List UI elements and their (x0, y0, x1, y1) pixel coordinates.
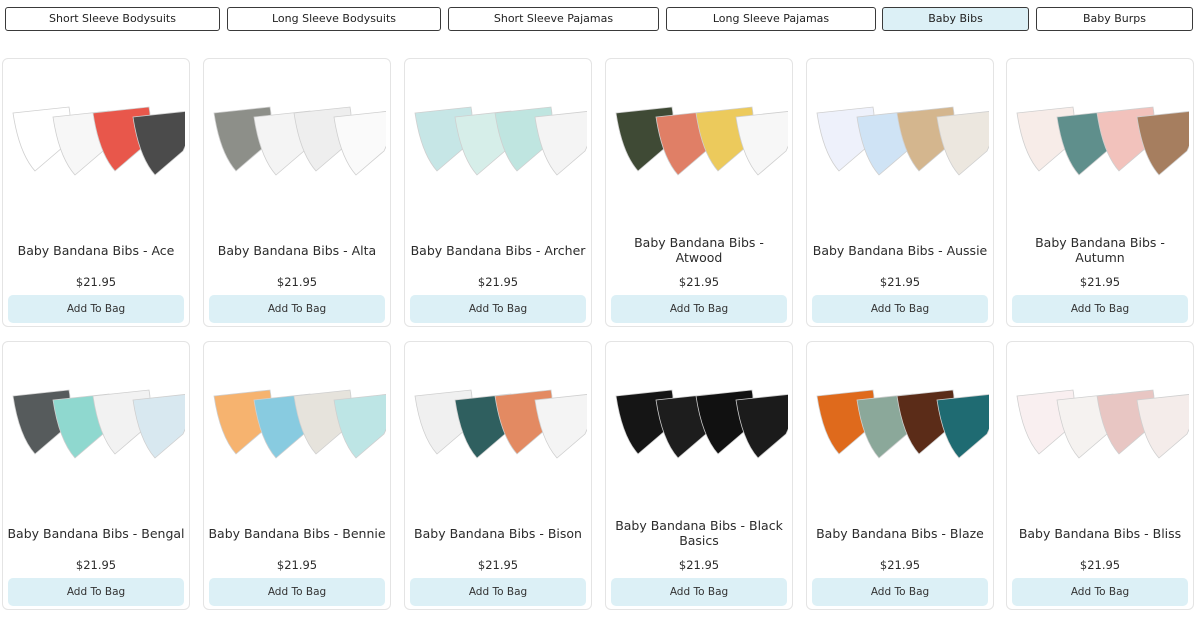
product-price: $21.95 (477, 558, 519, 572)
add-to-bag-button[interactable]: Add To Bag (410, 578, 586, 606)
product-image[interactable] (1013, 93, 1189, 213)
product-price: $21.95 (1079, 558, 1121, 572)
product-card[interactable]: Baby Bandana Bibs - Black Basics $21.95 Ad… (605, 341, 793, 610)
product-image[interactable] (813, 376, 989, 496)
bib-swatch (333, 394, 386, 459)
product-name[interactable]: Baby Bandana Bibs - Ace (7, 233, 185, 267)
add-to-bag-button[interactable]: Add To Bag (1012, 295, 1188, 323)
product-card[interactable]: Baby Bandana Bibs - Bison $21.95 Add To Ba… (404, 341, 592, 610)
product-name[interactable]: Baby Bandana Bibs - Autumn (1011, 233, 1189, 267)
bib-swatch (132, 111, 185, 176)
product-name[interactable]: Baby Bandana Bibs - Bengal (7, 516, 185, 550)
product-card[interactable]: Baby Bandana Bibs - Bliss $21.95 Add To Ba… (1006, 341, 1194, 610)
product-image[interactable] (411, 376, 587, 496)
add-to-bag-button[interactable]: Add To Bag (209, 578, 385, 606)
product-image[interactable] (1013, 376, 1189, 496)
tab-baby-burps[interactable]: Baby Burps (1036, 7, 1193, 31)
product-image[interactable] (210, 93, 386, 213)
product-name[interactable]: Baby Bandana Bibs - Atwood (610, 233, 788, 267)
bib-swatch (534, 111, 587, 176)
product-card[interactable]: Baby Bandana Bibs - Ace $21.95 Add To Bag (2, 58, 190, 327)
bib-swatch (333, 111, 386, 176)
product-name[interactable]: Baby Bandana Bibs - Archer (409, 233, 587, 267)
product-name[interactable]: Baby Bandana Bibs - Black Basics (610, 516, 788, 550)
add-to-bag-button[interactable]: Add To Bag (209, 295, 385, 323)
product-name[interactable]: Baby Bandana Bibs - Bison (409, 516, 587, 550)
add-to-bag-button[interactable]: Add To Bag (611, 578, 787, 606)
product-image[interactable] (9, 93, 185, 213)
product-image[interactable] (813, 93, 989, 213)
product-image[interactable] (9, 376, 185, 496)
product-name[interactable]: Baby Bandana Bibs - Bliss (1011, 516, 1189, 550)
product-price: $21.95 (477, 275, 519, 289)
product-price: $21.95 (879, 275, 921, 289)
product-card[interactable]: Baby Bandana Bibs - Alta $21.95 Add To Bag (203, 58, 391, 327)
add-to-bag-button[interactable]: Add To Bag (8, 578, 184, 606)
product-image[interactable] (612, 93, 788, 213)
product-price: $21.95 (276, 558, 318, 572)
add-to-bag-button[interactable]: Add To Bag (611, 295, 787, 323)
product-price: $21.95 (1079, 275, 1121, 289)
product-name[interactable]: Baby Bandana Bibs - Alta (208, 233, 386, 267)
bib-swatch (1136, 111, 1189, 176)
product-name[interactable]: Baby Bandana Bibs - Bennie (208, 516, 386, 550)
bib-swatch (132, 394, 185, 459)
category-tabs: Short Sleeve Bodysuits Long Sleeve Bodys… (0, 0, 1200, 40)
product-card[interactable]: Baby Bandana Bibs - Blaze $21.95 Add To Ba… (806, 341, 994, 610)
tab-short-sleeve-pajamas[interactable]: Short Sleeve Pajamas (448, 7, 659, 31)
bib-swatch (735, 111, 788, 176)
tab-long-sleeve-bodysuits[interactable]: Long Sleeve Bodysuits (227, 7, 441, 31)
tab-long-sleeve-pajamas[interactable]: Long Sleeve Pajamas (666, 7, 876, 31)
product-card[interactable]: Baby Bandana Bibs - Aussie $21.95 Add To B… (806, 58, 994, 327)
add-to-bag-button[interactable]: Add To Bag (812, 295, 988, 323)
product-price: $21.95 (678, 558, 720, 572)
product-card[interactable]: Baby Bandana Bibs - Bengal $21.95 Add To B… (2, 341, 190, 610)
add-to-bag-button[interactable]: Add To Bag (410, 295, 586, 323)
bib-swatch (735, 394, 788, 459)
product-name[interactable]: Baby Bandana Bibs - Blaze (811, 516, 989, 550)
product-price: $21.95 (75, 558, 117, 572)
product-price: $21.95 (75, 275, 117, 289)
product-image[interactable] (210, 376, 386, 496)
product-card[interactable]: Baby Bandana Bibs - Bennie $21.95 Add To B… (203, 341, 391, 610)
add-to-bag-button[interactable]: Add To Bag (812, 578, 988, 606)
bib-swatch (936, 111, 989, 176)
product-price: $21.95 (678, 275, 720, 289)
product-name[interactable]: Baby Bandana Bibs - Aussie (811, 233, 989, 267)
bib-swatch (534, 394, 587, 459)
product-price: $21.95 (276, 275, 318, 289)
product-card[interactable]: Baby Bandana Bibs - Archer $21.95 Add To B… (404, 58, 592, 327)
tab-baby-bibs[interactable]: Baby Bibs (882, 7, 1029, 31)
bib-swatch (936, 394, 989, 459)
product-card[interactable]: Baby Bandana Bibs - Autumn $21.95 Add To B… (1006, 58, 1194, 327)
product-image[interactable] (612, 376, 788, 496)
product-price: $21.95 (879, 558, 921, 572)
tab-short-sleeve-bodysuits[interactable]: Short Sleeve Bodysuits (5, 7, 220, 31)
product-card[interactable]: Baby Bandana Bibs - Atwood $21.95 Add To B… (605, 58, 793, 327)
bib-swatch (1136, 394, 1189, 459)
product-image[interactable] (411, 93, 587, 213)
add-to-bag-button[interactable]: Add To Bag (1012, 578, 1188, 606)
add-to-bag-button[interactable]: Add To Bag (8, 295, 184, 323)
